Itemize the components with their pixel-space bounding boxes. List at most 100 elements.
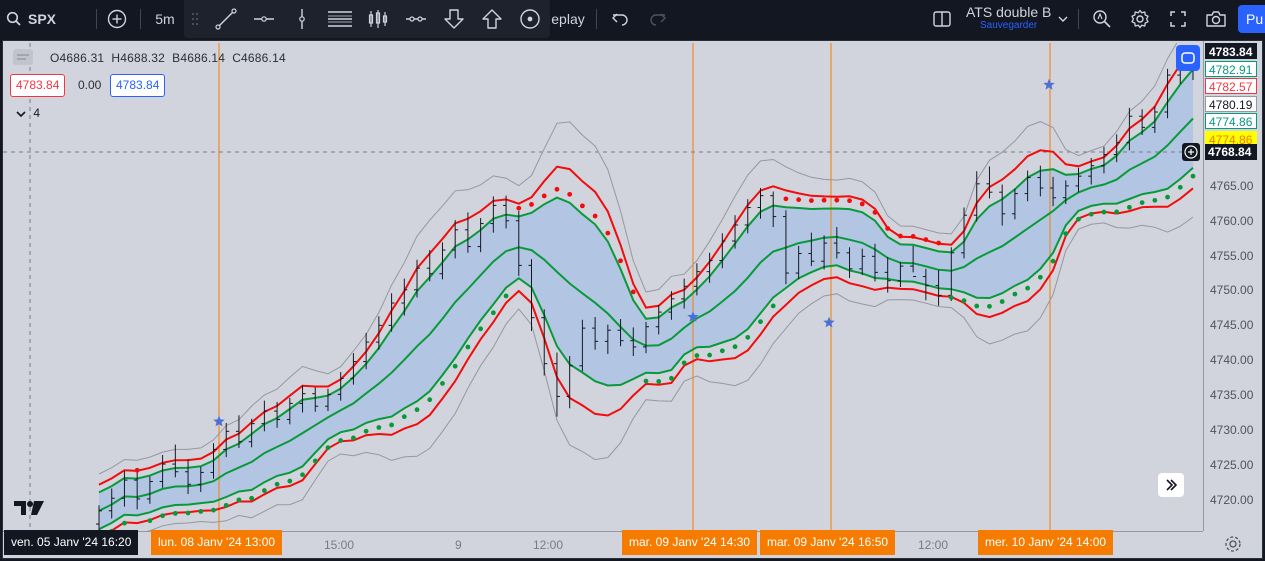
price-tick: 4750.00: [1210, 283, 1254, 298]
sar-dot: [274, 481, 280, 487]
compare-symbol-button[interactable]: [104, 0, 130, 38]
chevron-down-icon[interactable]: [1056, 0, 1070, 38]
chart-settings-button[interactable]: [1222, 533, 1244, 555]
spread-value: 0.00: [78, 78, 102, 92]
vertical-line-icon: [299, 9, 305, 29]
horizontal-line-tool[interactable]: [250, 0, 278, 38]
sar-dot: [185, 510, 191, 516]
sar-dot: [529, 202, 534, 207]
sar-dot: [287, 478, 293, 484]
price-chart[interactable]: [3, 43, 1203, 531]
sar-dot: [490, 310, 496, 316]
sar-dot: [261, 488, 267, 493]
candlestick-icon: [368, 10, 388, 28]
trend-line-tool[interactable]: [212, 0, 240, 38]
sar-dot: [1152, 197, 1158, 203]
sell-button[interactable]: 4783.84: [10, 74, 66, 97]
sar-dot: [325, 445, 331, 451]
sar-dot: [808, 198, 814, 203]
sync-icon: [1181, 52, 1195, 64]
sar-dot: [516, 205, 522, 211]
horizontal-line-icon: [254, 16, 274, 22]
sar-dot: [605, 230, 611, 236]
sar-dot: [847, 198, 852, 204]
interval-button[interactable]: 5m: [148, 0, 182, 38]
publish-button[interactable]: Pu: [1238, 5, 1265, 33]
arrow-down-tool[interactable]: [440, 0, 468, 38]
fullscreen-button[interactable]: [1164, 0, 1192, 38]
arrow-up-tool[interactable]: [478, 0, 506, 38]
sar-dot: [478, 326, 484, 332]
sar-dot: [147, 518, 153, 524]
drag-handle-icon[interactable]: [188, 0, 202, 38]
sar-dot: [898, 233, 903, 239]
symbol-label: SPX: [28, 11, 57, 27]
sar-dot: [758, 319, 763, 325]
tradingview-logo[interactable]: [12, 498, 46, 518]
parallel-channel-tool[interactable]: [324, 0, 356, 38]
arrow-down-icon: [444, 9, 464, 29]
sar-dot: [936, 240, 941, 246]
sar-dot: [579, 203, 585, 209]
symbol-search-button[interactable]: SPX: [6, 0, 66, 38]
price-label: 4783.84: [1205, 43, 1257, 59]
indicators-toggle[interactable]: 4: [16, 106, 40, 120]
price-range-tool[interactable]: [402, 0, 430, 38]
time-marker-label: mar. 09 Janv '24 14:30: [622, 530, 758, 555]
sar-dot: [300, 472, 305, 478]
price-label: 4782.57: [1205, 78, 1257, 94]
search-icon: [6, 11, 21, 26]
sar-dot: [923, 237, 929, 242]
price-tick: 4725.00: [1210, 457, 1254, 472]
price-tick: 4745.00: [1210, 318, 1254, 333]
layout-select-button[interactable]: [928, 0, 956, 38]
zoom-search-icon: [1093, 10, 1111, 28]
expand-panel-button[interactable]: [1158, 473, 1184, 497]
sar-dot: [211, 507, 216, 513]
ohlc-legend: O4686.31 H4688.32 B4686.14 C4686.14: [50, 51, 286, 65]
trading-app: SPX 5m eplay ATS double B Sauvegarder Pu…: [0, 0, 1265, 561]
quick-search-button[interactable]: [1088, 0, 1116, 38]
candles-tool[interactable]: [364, 0, 392, 38]
price-tick: 4735.00: [1210, 388, 1254, 403]
sar-dot: [1114, 209, 1120, 215]
replay-button[interactable]: eplay: [550, 0, 586, 38]
sar-dot: [172, 510, 178, 516]
high-value: H4688.32: [111, 51, 166, 65]
sar-dot: [401, 414, 407, 420]
sar-dot: [1025, 285, 1031, 291]
scroll-to-realtime-button[interactable]: [1176, 45, 1200, 71]
sar-dot: [1076, 216, 1081, 222]
sar-dot: [643, 378, 649, 384]
sar-dot: [541, 193, 547, 199]
sar-dot: [987, 303, 992, 309]
time-tick: 15:00: [324, 538, 355, 552]
sar-dot: [910, 233, 916, 239]
price-tick: 4760.00: [1210, 213, 1254, 228]
toolbar-divider: [96, 9, 97, 29]
toolbar-divider: [1078, 9, 1079, 29]
settings-button[interactable]: [1126, 0, 1154, 38]
time-marker-label: ven. 05 Janv '24 16:20: [4, 530, 139, 555]
toolbar-divider: [140, 9, 141, 29]
snapshot-button[interactable]: [1202, 0, 1230, 38]
indicators-count: 4: [33, 106, 41, 120]
price-label: 4774.86: [1205, 113, 1257, 129]
price-tick: 4765.00: [1210, 178, 1254, 193]
buy-button[interactable]: 4783.84: [110, 74, 166, 97]
redo-button[interactable]: [644, 0, 672, 38]
channel-icon: [328, 11, 352, 27]
sar-dot: [465, 344, 471, 350]
replay-target-tool[interactable]: [516, 0, 544, 38]
vertical-line-tool[interactable]: [288, 0, 316, 38]
camera-icon: [1206, 11, 1226, 27]
sar-dot: [961, 298, 967, 304]
sar-dot: [389, 422, 394, 428]
sar-dot: [1063, 231, 1069, 237]
layout-name-menu[interactable]: ATS double B Sauvegarder: [966, 4, 1056, 34]
sar-dot: [719, 348, 725, 354]
undo-button[interactable]: [606, 0, 634, 38]
top-toolbar: SPX 5m eplay ATS double B Sauvegarder Pu: [0, 0, 1265, 38]
save-status[interactable]: Sauvegarder: [980, 20, 1056, 31]
add-price-line-button[interactable]: [1182, 143, 1200, 161]
